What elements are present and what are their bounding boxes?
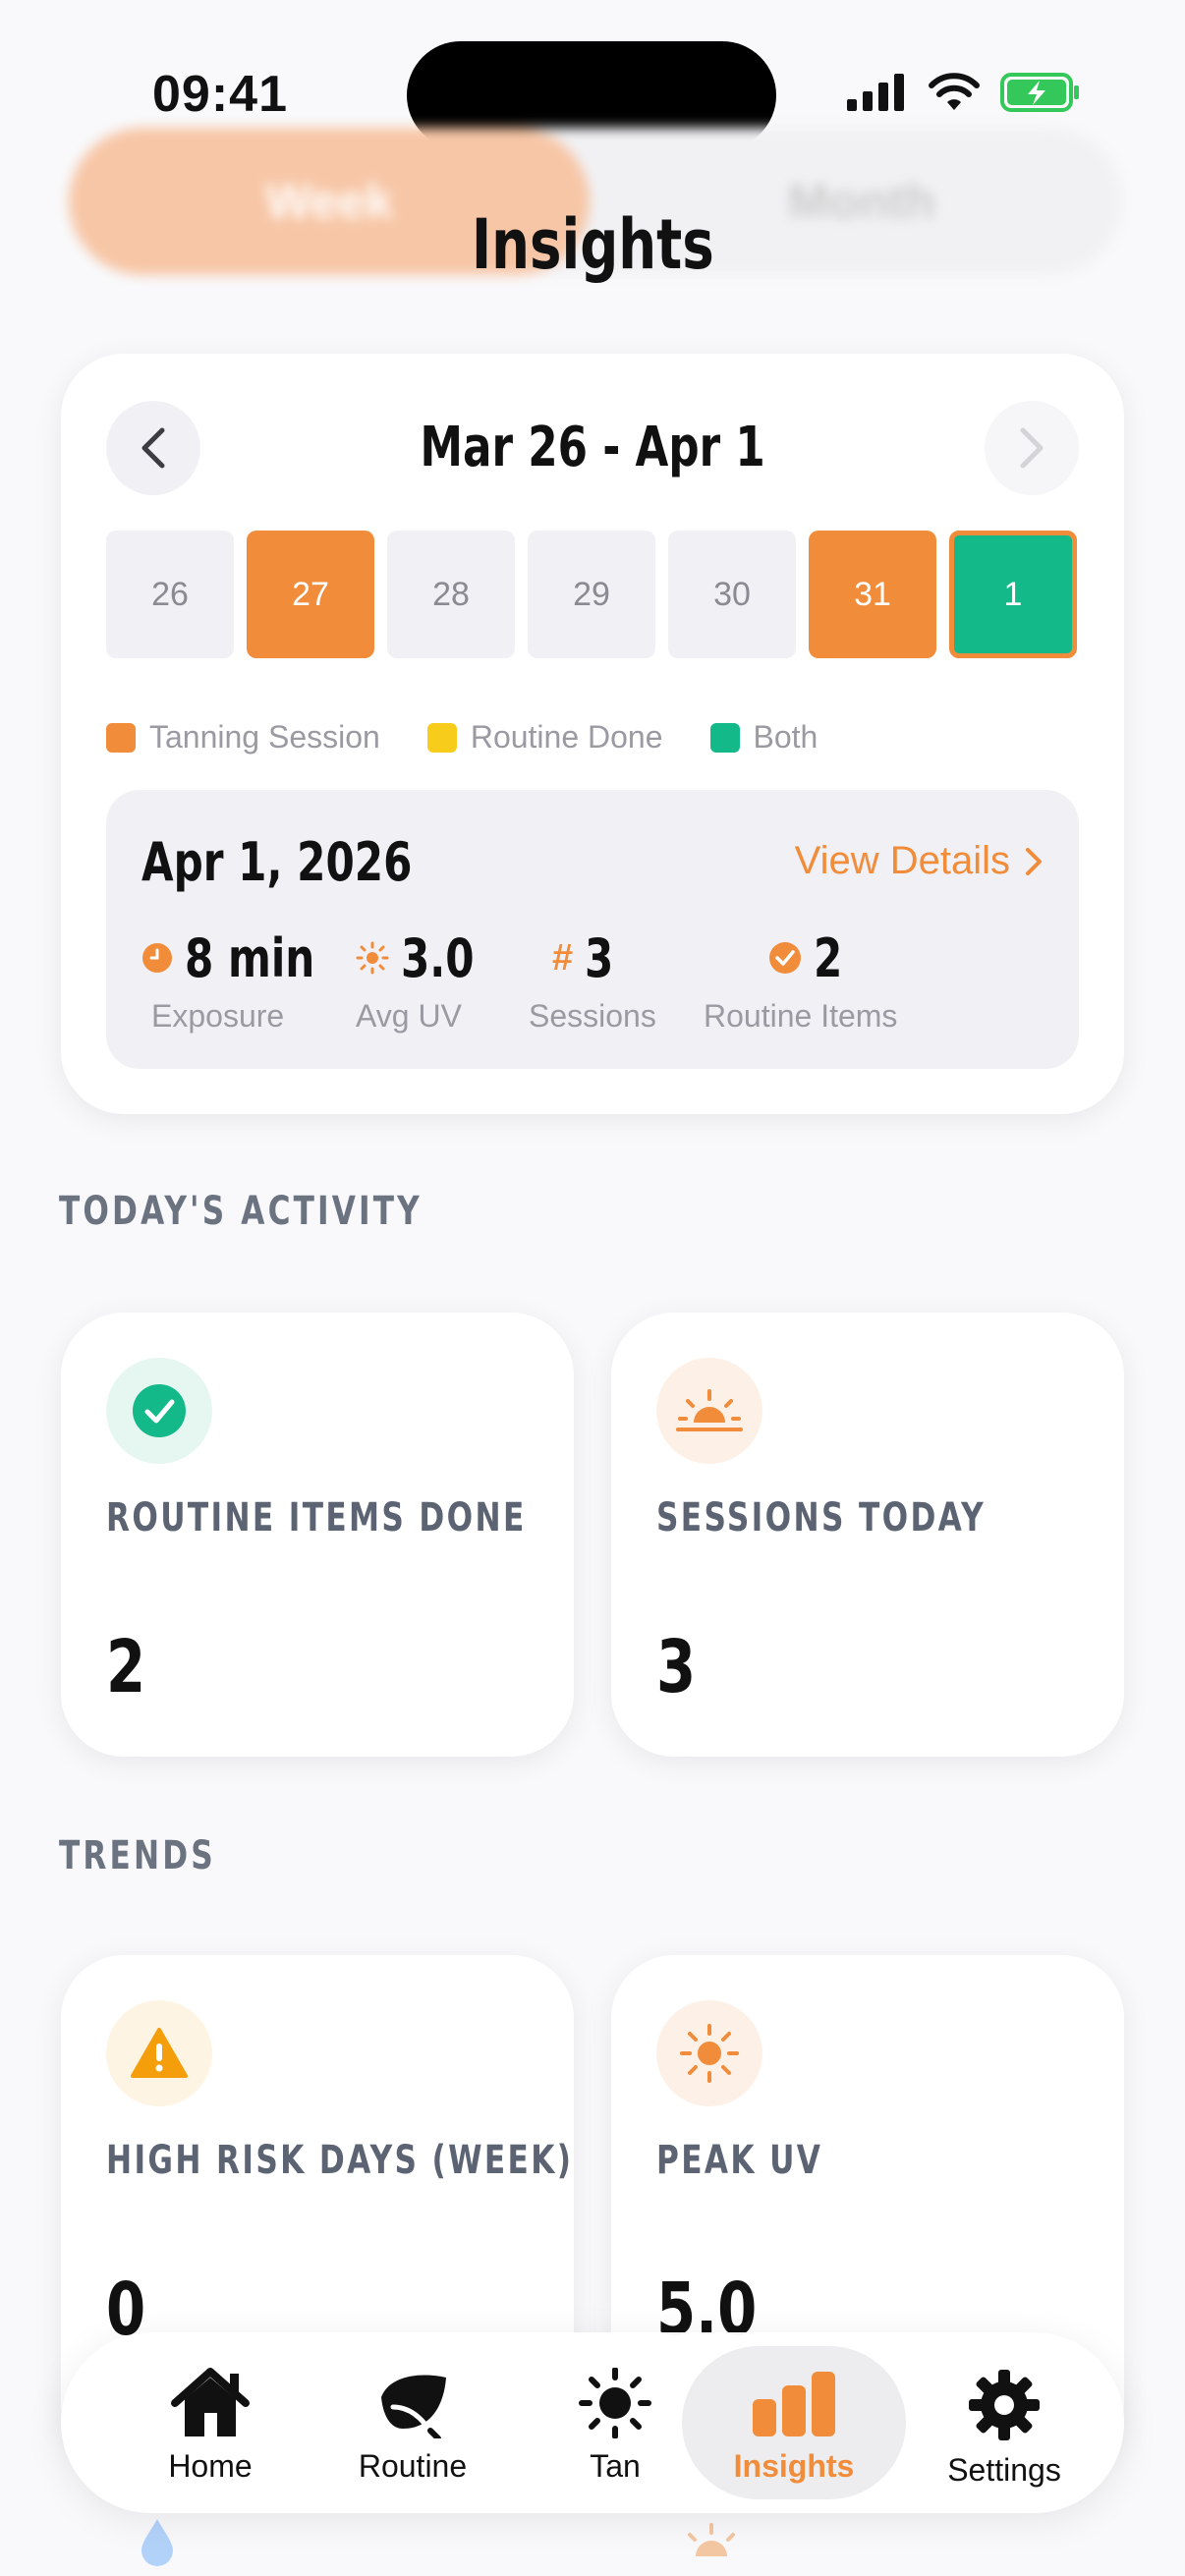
stat-avg-uv: 3.0 Avg UV <box>356 927 495 1035</box>
house-icon <box>171 2368 250 2436</box>
week-calendar-card: Mar 26 - Apr 1 26 27 28 29 30 31 1 Tanni… <box>61 354 1124 1114</box>
gear-icon <box>969 2370 1040 2440</box>
chevron-right-icon <box>1020 427 1044 469</box>
leaf-icon <box>381 2375 446 2438</box>
next-week-button[interactable] <box>985 401 1079 495</box>
legend-label: Tanning Session <box>149 719 380 755</box>
card-value: 2 <box>106 1625 146 1709</box>
tab-bar: Home Routine Tan Insights Settings <box>61 2332 1124 2513</box>
stat-sessions: # 3 Sessions <box>529 926 656 1035</box>
legend-swatch <box>426 722 457 753</box>
day-strip: 26 27 28 29 30 31 1 <box>106 531 1077 658</box>
legend-swatch <box>709 722 740 753</box>
todays-activity-heading: TODAY'S ACTIVITY <box>59 1189 423 1234</box>
stat-label: Exposure <box>151 998 285 1034</box>
card-label: HIGH RISK DAYS (WEEK) <box>106 2138 574 2183</box>
legend-both: Both <box>709 719 818 756</box>
tab-settings[interactable]: Settings <box>898 2346 1110 2499</box>
bar-chart-icon <box>753 2372 835 2436</box>
week-range-title: Mar 26 - Apr 1 <box>61 415 1124 479</box>
warning-triangle-icon <box>131 2028 188 2078</box>
stat-exposure: 8 min Exposure <box>141 927 352 1035</box>
day-cell[interactable]: 29 <box>528 531 655 658</box>
cellular-signal-icon <box>847 74 904 111</box>
checkmark-circle-icon <box>133 1384 186 1437</box>
mini-icon-wrap <box>656 1358 762 1464</box>
mini-icon-wrap <box>106 1358 212 1464</box>
view-details-link[interactable]: View Details <box>795 839 1044 883</box>
legend-label: Both <box>753 719 818 755</box>
detail-date: Apr 1, 2026 <box>141 831 488 893</box>
status-icons <box>847 73 1081 112</box>
trends-heading: TRENDS <box>59 1833 216 1878</box>
stat-value: 3.0 <box>401 926 475 989</box>
day-cell[interactable]: 30 <box>668 531 796 658</box>
sessions-today-card[interactable]: SESSIONS TODAY 3 <box>611 1313 1124 1757</box>
legend-routine: Routine Done <box>426 719 663 756</box>
stat-routine-items: 2 Routine Items <box>704 926 897 1035</box>
chevron-right-icon <box>1026 847 1042 875</box>
legend-swatch <box>106 722 136 753</box>
page-title-text: Insights <box>471 204 714 285</box>
sunrise-icon <box>676 1389 743 1431</box>
hash-icon: # <box>552 936 574 979</box>
card-label: ROUTINE ITEMS DONE <box>106 1495 527 1540</box>
day-cell[interactable]: 26 <box>106 531 234 658</box>
sun-icon <box>579 2368 651 2438</box>
tab-routine[interactable]: Routine <box>307 2346 519 2499</box>
sunrise-icon <box>688 2523 735 2556</box>
wifi-icon <box>929 73 980 110</box>
routine-items-done-card[interactable]: ROUTINE ITEMS DONE 2 <box>61 1313 574 1757</box>
day-detail-panel: Apr 1, 2026 View Details 8 min Exposure <box>106 790 1079 1069</box>
battery-charging-icon <box>1000 73 1079 112</box>
tab-insights[interactable]: Insights <box>682 2346 906 2499</box>
week-range-text: Mar 26 - Apr 1 <box>420 416 765 479</box>
calendar-legend: Tanning Session Routine Done Both <box>106 719 818 756</box>
clock-icon <box>142 943 172 973</box>
view-details-label: View Details <box>794 839 1010 882</box>
stat-value: 8 min <box>185 926 315 989</box>
card-label: PEAK UV <box>656 2138 823 2183</box>
stat-label: Sessions <box>529 998 656 1034</box>
tab-label: Settings <box>947 2452 1061 2488</box>
day-cell[interactable]: 31 <box>809 531 936 658</box>
mini-icon-wrap <box>106 2000 212 2106</box>
water-drop-icon <box>141 2519 173 2566</box>
card-value: 3 <box>656 1625 697 1709</box>
stat-label: Routine Items <box>704 998 898 1034</box>
day-cell-selected[interactable]: 1 <box>949 531 1077 658</box>
stat-value: 2 <box>814 926 843 989</box>
tab-label: Home <box>168 2448 253 2484</box>
mini-icon-wrap <box>656 2000 762 2106</box>
legend-label: Routine Done <box>470 719 663 755</box>
detail-date-text: Apr 1, 2026 <box>141 831 413 893</box>
day-cell[interactable]: 27 <box>247 531 374 658</box>
status-time: 09:41 <box>152 66 288 123</box>
tab-home[interactable]: Home <box>104 2346 316 2499</box>
stat-value: 3 <box>585 926 614 989</box>
legend-tanning: Tanning Session <box>106 719 380 756</box>
tab-label: Routine <box>358 2448 468 2484</box>
day-cell[interactable]: 28 <box>387 531 515 658</box>
checkmark-circle-icon <box>769 942 801 974</box>
tab-label: Tan <box>590 2448 641 2484</box>
sun-icon <box>356 941 389 975</box>
page-title: Insights <box>0 204 1185 285</box>
card-label: SESSIONS TODAY <box>656 1495 987 1540</box>
sun-icon <box>680 2024 739 2083</box>
tab-label: Insights <box>733 2448 855 2484</box>
stat-label: Avg UV <box>356 998 462 1034</box>
